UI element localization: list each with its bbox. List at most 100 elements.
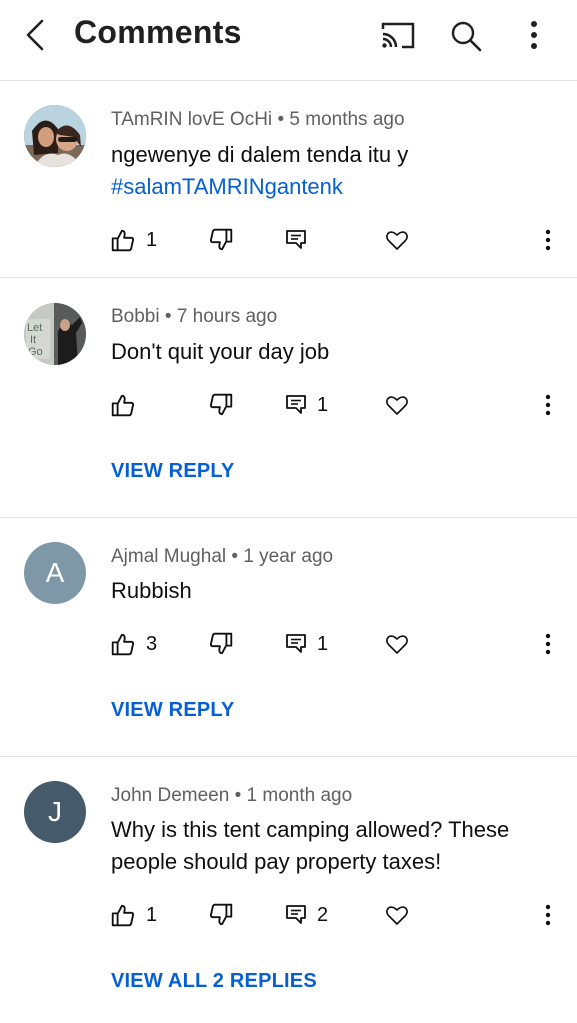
separator-dot: • [231,546,239,567]
heart-button[interactable] [385,898,409,932]
comment-actions: 1 2 [0,898,577,932]
comment-thread: A Ajmal Mughal • 1 year ago Rubbish 3 1 … [0,518,577,757]
like-count: 1 [146,903,158,926]
reply-comment-icon [286,230,306,249]
svg-text:Go: Go [28,346,43,358]
like-button[interactable] [110,388,146,422]
thumbs-down-icon [209,903,233,926]
avatar-initial: A [45,557,65,588]
heart-button[interactable] [385,388,409,422]
dislike-button[interactable] [208,627,234,661]
like-count: 1 [146,228,158,251]
cast-button[interactable] [380,20,416,50]
separator-dot: • [277,109,285,130]
reply-count: 2 [317,903,329,926]
comment-thread: TAmRIN lovE OcHi • 5 months ago ngewenye… [0,81,577,278]
page-title: Comments [74,14,242,50]
profile-photo-image [24,105,86,167]
heart-icon [386,231,408,250]
avatar[interactable]: A [24,542,86,604]
heart-button[interactable] [385,223,409,257]
like-button[interactable]: 3 [110,627,157,661]
comment-text: Don't quit your day job [111,339,330,364]
back-button[interactable] [22,18,52,52]
comment-meta: Ajmal Mughal • 1 year ago [111,546,333,568]
comment-text-line: people should pay property taxes! [111,849,442,874]
comment-text: Why is this tent camping allowed? These … [111,814,551,878]
thumbs-up-icon [111,394,135,417]
reply-comment-icon [286,395,306,414]
comment-timestamp: 1 year ago [243,546,334,567]
reply-button[interactable]: 1 [285,388,328,422]
reply-count: 1 [317,393,329,416]
avatar[interactable] [24,105,86,167]
comment-thread: Let It Go Bobbi • 7 hours ago Don't quit… [0,278,577,518]
hashtag-link[interactable]: #salamTAMRINgantenk [111,171,551,203]
comment-text-line: ngewenye di dalem tenda itu y [111,142,409,167]
author-name[interactable]: John Demeen [111,785,229,806]
more-options-button[interactable] [520,18,548,52]
cast-icon [381,22,415,49]
separator-dot: • [164,306,172,327]
heart-icon [386,396,408,415]
like-button[interactable]: 1 [110,223,157,257]
comment-menu-button[interactable] [540,223,556,257]
comment-timestamp: 1 month ago [246,785,353,806]
svg-text:Let: Let [27,322,42,334]
author-name[interactable]: Ajmal Mughal [111,546,226,567]
thumbs-down-icon [209,632,233,655]
more-vert-icon [545,394,551,416]
dislike-button[interactable] [208,223,234,257]
dislike-button[interactable] [208,388,234,422]
view-replies-button[interactable]: VIEW REPLY [111,460,235,483]
view-replies-button[interactable]: VIEW REPLY [111,699,235,722]
comment-menu-button[interactable] [540,627,556,661]
thumbs-up-icon [111,633,135,656]
reply-button[interactable]: 1 [285,627,328,661]
comment-meta: TAmRIN lovE OcHi • 5 months ago [111,109,405,131]
thumbs-up-icon [111,904,135,927]
comment-text-line: Why is this tent camping allowed? These [111,817,510,842]
more-vert-icon [545,229,551,251]
thumbs-up-icon [111,229,135,252]
comment-actions: 1 [0,223,577,257]
comment-text: ngewenye di dalem tenda itu y #salamTAMR… [111,139,551,203]
comment-menu-button[interactable] [540,388,556,422]
heart-icon [386,906,408,925]
comment-actions: 3 1 [0,627,577,661]
avatar-initial: J [48,796,62,827]
top-app-bar: Comments [0,0,577,81]
reply-button[interactable] [285,223,317,257]
search-button[interactable] [449,19,483,53]
comment-thread: J John Demeen • 1 month ago Why is this … [0,757,577,1023]
reply-count: 1 [317,632,329,655]
heart-icon [386,635,408,654]
more-vert-icon [545,904,551,926]
comment-meta: John Demeen • 1 month ago [111,785,352,807]
reply-button[interactable]: 2 [285,898,328,932]
more-vert-icon [531,21,537,49]
reply-comment-icon [286,905,306,924]
profile-photo-image: Let It Go [24,303,86,365]
heart-button[interactable] [385,627,409,661]
avatar[interactable]: J [24,781,86,843]
thumbs-down-icon [209,393,233,416]
reply-comment-icon [286,634,306,653]
dislike-button[interactable] [208,898,234,932]
more-vert-icon [545,633,551,655]
comment-timestamp: 5 months ago [289,109,405,130]
avatar[interactable]: Let It Go [24,303,86,365]
comment-actions: 1 [0,388,577,422]
view-replies-button[interactable]: VIEW ALL 2 REPLIES [111,970,317,993]
svg-text:It: It [30,334,36,346]
thumbs-down-icon [209,228,233,251]
comment-menu-button[interactable] [540,898,556,932]
like-count: 3 [146,632,158,655]
chevron-left-icon [26,19,44,51]
comment-meta: Bobbi • 7 hours ago [111,306,277,328]
author-name[interactable]: TAmRIN lovE OcHi [111,109,272,130]
comment-text: Rubbish [111,578,192,603]
like-button[interactable]: 1 [110,898,157,932]
search-icon [451,21,482,52]
author-name[interactable]: Bobbi [111,306,160,327]
